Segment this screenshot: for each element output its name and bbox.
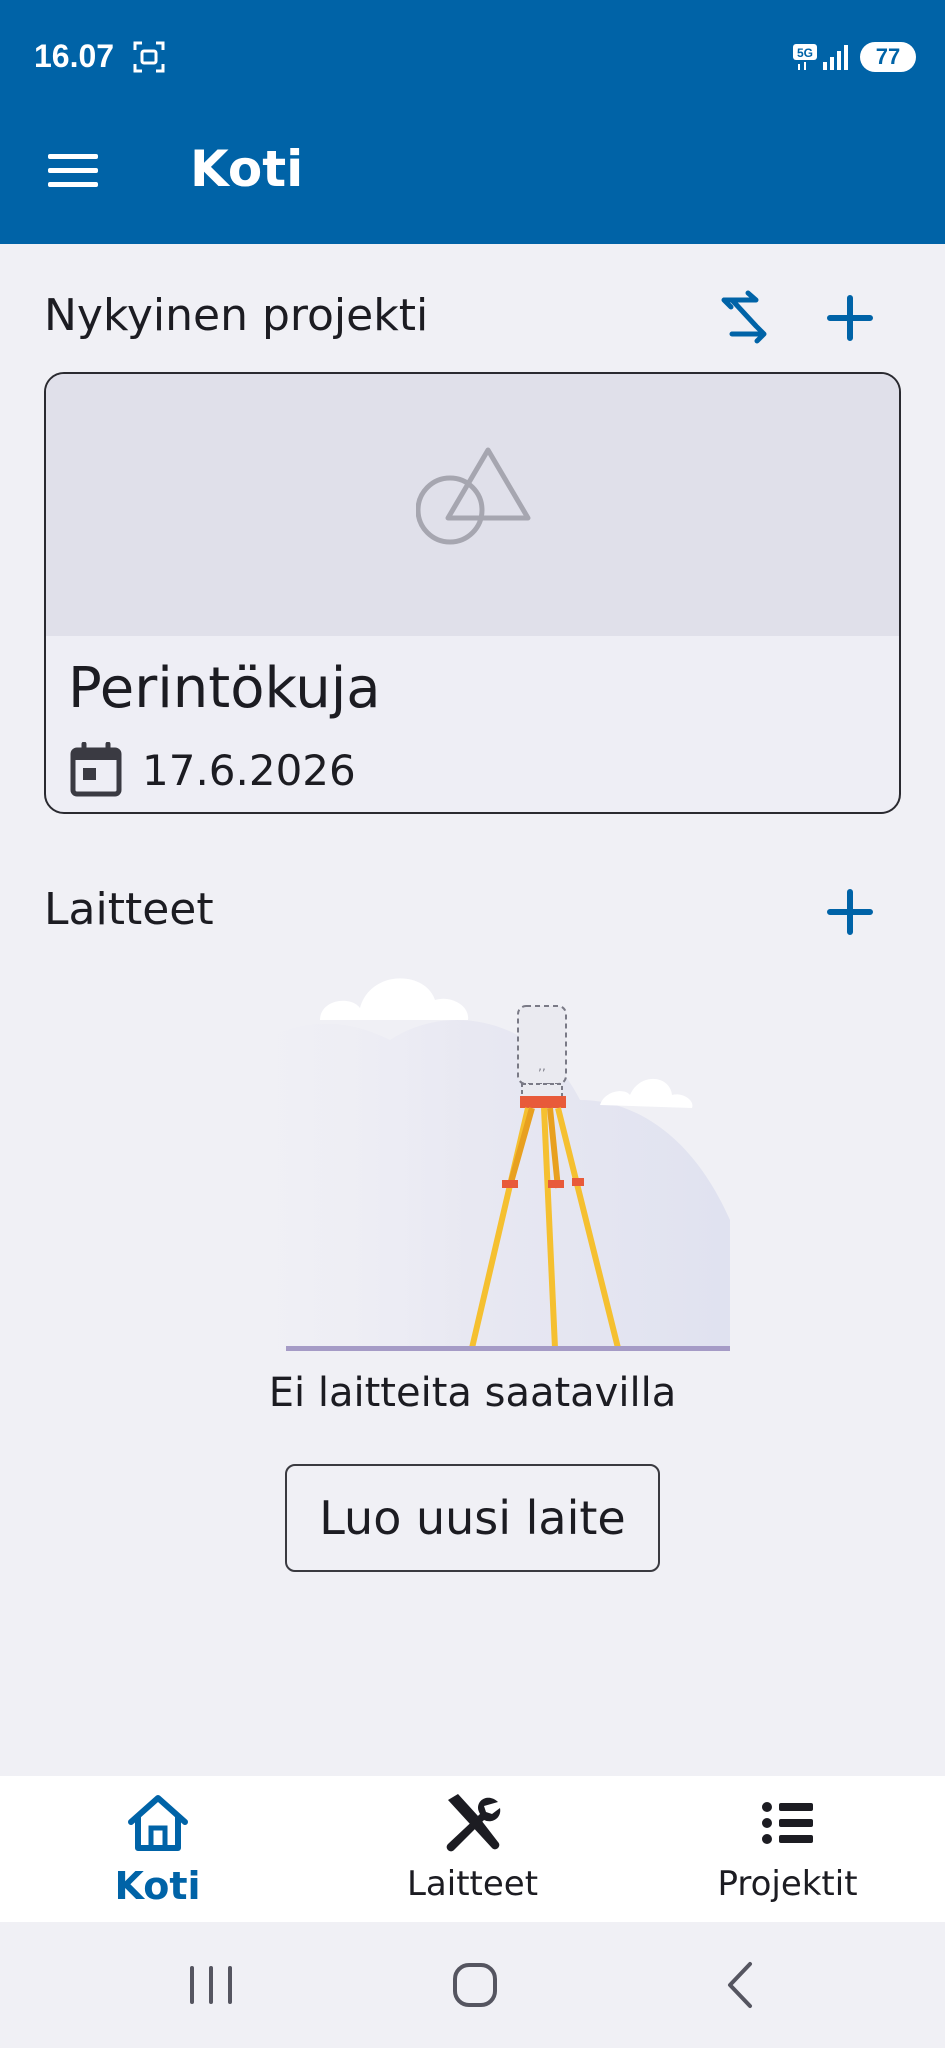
empty-devices-illustration: ,,	[210, 978, 730, 1351]
nav-devices-label: Laitteet	[406, 1864, 539, 1904]
devices-heading: Laitteet	[44, 884, 214, 935]
nav-devices[interactable]: Laitteet	[315, 1776, 630, 1922]
home-icon	[128, 1795, 188, 1851]
battery-indicator: 77	[860, 42, 916, 72]
calendar-icon	[70, 742, 122, 797]
current-project-heading: Nykyinen projekti	[44, 290, 429, 341]
app-bar: 16.07 5G 77 Koti	[0, 0, 945, 244]
network-type: 5G	[797, 46, 813, 60]
tools-icon	[446, 1794, 501, 1852]
create-device-button[interactable]: Luo uusi laite	[285, 1464, 660, 1572]
nav-projects[interactable]: Projektit	[630, 1776, 945, 1922]
nav-home-label: Koti	[114, 1864, 201, 1908]
nav-projects-label: Projektit	[717, 1864, 858, 1904]
add-project-icon[interactable]	[822, 290, 878, 346]
add-device-icon[interactable]	[822, 884, 878, 940]
screenshot-icon	[133, 41, 165, 73]
empty-devices-text: Ei laitteita saatavilla	[268, 1370, 677, 1416]
signal-icon: 5G	[793, 44, 848, 70]
home-button-icon[interactable]	[440, 1950, 510, 2020]
project-thumbnail	[46, 374, 899, 636]
status-time: 16.07	[34, 38, 115, 74]
back-icon[interactable]	[706, 1950, 776, 2020]
shapes-placeholder-icon	[416, 447, 531, 545]
current-project-card[interactable]: Perintökuja 17.6.2026	[44, 372, 901, 814]
menu-button[interactable]	[48, 148, 98, 188]
project-date: 17.6.2026	[142, 746, 356, 795]
recent-apps-icon[interactable]	[176, 1950, 246, 2020]
switch-project-icon[interactable]	[716, 290, 772, 346]
menu-icon	[48, 154, 98, 159]
project-name: Perintökuja	[68, 656, 381, 721]
svg-text:,,: ,,	[538, 1059, 546, 1073]
system-navigation-bar	[0, 1922, 945, 2048]
nav-home[interactable]: Koti	[0, 1776, 315, 1922]
page-title: Koti	[190, 140, 304, 198]
bottom-navigation: Koti Laitteet Projektit	[0, 1776, 945, 1922]
list-icon	[762, 1802, 813, 1844]
